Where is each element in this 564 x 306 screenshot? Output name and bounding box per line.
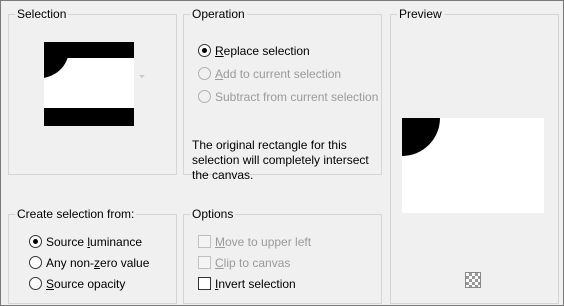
chevron-down-icon[interactable]: [139, 75, 145, 78]
operation-info-text: The original rectangle for this selectio…: [192, 138, 369, 183]
radio-indicator[interactable]: [198, 44, 211, 57]
selection-group: Selection: [8, 7, 177, 175]
operation-group-title: Operation: [190, 7, 247, 21]
info-line: selection will completely intersect: [192, 153, 369, 167]
checkbox-indicator[interactable]: [198, 277, 211, 290]
operation-group: Operation Replace selection Add to curre…: [183, 7, 382, 182]
preview-canvas: [402, 118, 544, 213]
radio-indicator[interactable]: [198, 67, 211, 80]
options-group-title: Options: [190, 207, 236, 221]
replace-selection-label: Replace selection: [215, 44, 310, 58]
options-group: Options Move to upper left Clip to canva…: [183, 207, 382, 304]
checkbox-indicator[interactable]: [198, 256, 211, 269]
selection-shape-swatch[interactable]: [44, 42, 134, 126]
radio-indicator[interactable]: [29, 256, 42, 269]
any-non-zero-value-label: Any non-zero value: [46, 256, 150, 270]
selection-group-title: Selection: [15, 7, 69, 21]
move-to-upper-left-label: Move to upper left: [215, 235, 312, 249]
checkerboard-icon[interactable]: [465, 272, 481, 288]
preview-image: [402, 118, 544, 213]
invert-selection-label: Invert selection: [215, 277, 296, 291]
add-to-selection-label: Add to current selection: [215, 67, 342, 81]
preview-group: Preview: [390, 7, 559, 304]
subtract-from-selection-label: Subtract from current selection: [215, 90, 379, 104]
info-line: the canvas.: [192, 168, 254, 182]
selection-shape-image: [44, 42, 134, 126]
radio-indicator[interactable]: [29, 277, 42, 290]
create-selection-from-title: Create selection from:: [15, 207, 137, 221]
checkbox-indicator[interactable]: [198, 235, 211, 248]
source-luminance-label: Source luminance: [46, 235, 143, 249]
info-line: The original rectangle for this: [192, 138, 347, 152]
create-selection-from-group: Create selection from: Source luminance …: [8, 207, 177, 304]
source-opacity-label: Source opacity: [46, 277, 126, 291]
radio-indicator[interactable]: [29, 235, 42, 248]
clip-to-canvas-label: Clip to canvas: [215, 256, 291, 270]
preview-group-title: Preview: [397, 7, 444, 21]
dialog-frame: Selection Operation Replace selection Ad…: [0, 0, 564, 306]
radio-indicator[interactable]: [198, 90, 211, 103]
